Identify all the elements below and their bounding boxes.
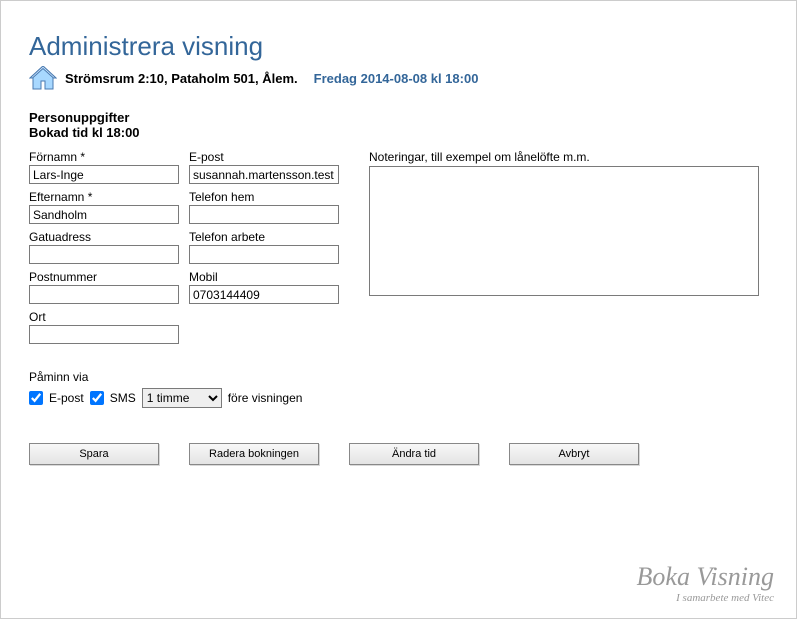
postnummer-label: Postnummer — [29, 270, 179, 284]
efternamn-label: Efternamn * — [29, 190, 179, 204]
reminder-heading: Påminn via — [29, 370, 768, 384]
page-title: Administrera visning — [29, 31, 768, 62]
reminder-epost-checkbox[interactable] — [29, 391, 43, 405]
mobil-input[interactable] — [189, 285, 339, 304]
reminder-sms-checkbox[interactable] — [90, 391, 104, 405]
house-icon — [29, 66, 57, 90]
footer-brand: Boka Visning — [637, 562, 774, 592]
footer: Boka Visning I samarbete med Vitec — [637, 562, 774, 604]
telefon-arbete-label: Telefon arbete — [189, 230, 339, 244]
save-button[interactable]: Spara — [29, 443, 159, 465]
notes-textarea[interactable] — [369, 166, 759, 296]
mobil-label: Mobil — [189, 270, 339, 284]
person-heading: Personuppgifter — [29, 110, 768, 125]
reminder-sms-label: SMS — [110, 391, 136, 405]
fornamn-label: Förnamn * — [29, 150, 179, 164]
gatuadress-label: Gatuadress — [29, 230, 179, 244]
change-time-button[interactable]: Ändra tid — [349, 443, 479, 465]
booked-time: Bokad tid kl 18:00 — [29, 125, 768, 140]
notes-label: Noteringar, till exempel om lånelöfte m.… — [369, 150, 768, 164]
telefon-hem-input[interactable] — [189, 205, 339, 224]
telefon-arbete-input[interactable] — [189, 245, 339, 264]
subheader: Strömsrum 2:10, Pataholm 501, Ålem. Fred… — [29, 66, 768, 90]
reminder-epost-label: E-post — [49, 391, 84, 405]
cancel-button[interactable]: Avbryt — [509, 443, 639, 465]
postnummer-input[interactable] — [29, 285, 179, 304]
ort-label: Ort — [29, 310, 179, 324]
datetime-text: Fredag 2014-08-08 kl 18:00 — [314, 71, 479, 86]
ort-input[interactable] — [29, 325, 179, 344]
efternamn-input[interactable] — [29, 205, 179, 224]
reminder-suffix: före visningen — [228, 391, 303, 405]
epost-label: E-post — [189, 150, 339, 164]
address-text: Strömsrum 2:10, Pataholm 501, Ålem. — [65, 71, 298, 86]
reminder-interval-select[interactable]: 1 timme — [142, 388, 222, 408]
epost-input[interactable] — [189, 165, 339, 184]
gatuadress-input[interactable] — [29, 245, 179, 264]
telefon-hem-label: Telefon hem — [189, 190, 339, 204]
fornamn-input[interactable] — [29, 165, 179, 184]
footer-sub: I samarbete med Vitec — [637, 592, 774, 604]
delete-booking-button[interactable]: Radera bokningen — [189, 443, 319, 465]
